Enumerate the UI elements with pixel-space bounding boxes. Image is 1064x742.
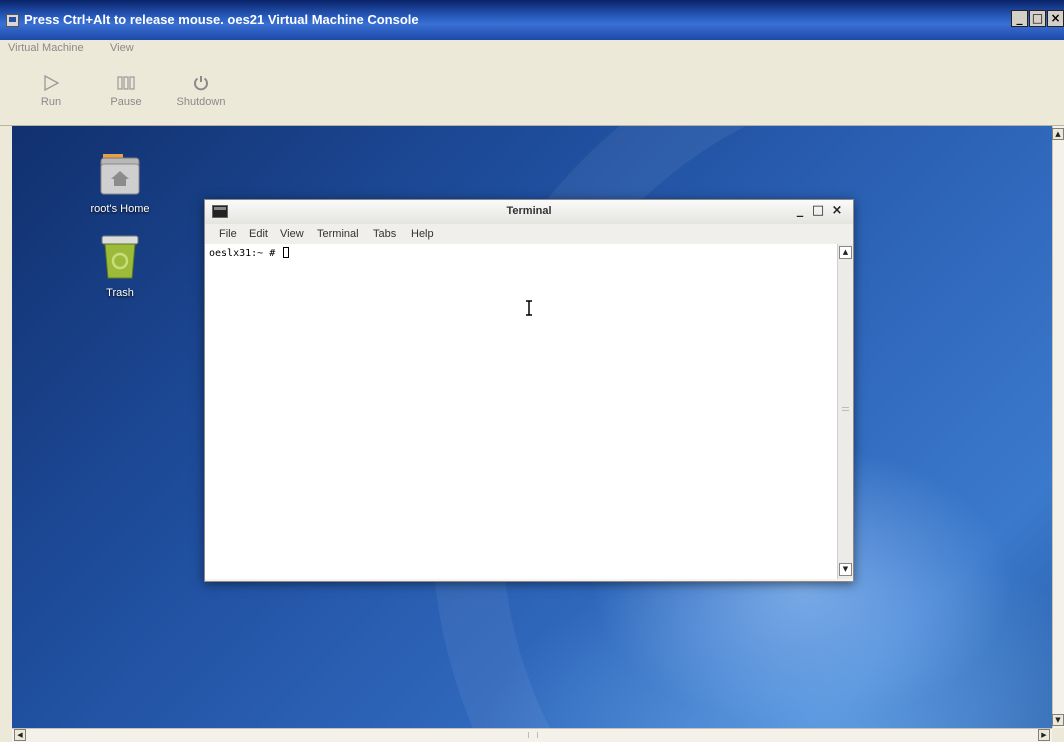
terminal-prompt: oeslx31:~ # <box>209 247 290 259</box>
menu-virtual-machine[interactable]: Virtual Machine <box>8 42 84 54</box>
scroll-down-icon[interactable]: ▼ <box>1052 714 1064 726</box>
console-border <box>0 126 12 742</box>
run-label: Run <box>40 96 62 108</box>
menu-view[interactable]: View <box>110 42 134 54</box>
console-horizontal-scrollbar[interactable]: ◀ ▶ <box>12 728 1052 742</box>
close-button[interactable]: × <box>1047 10 1064 27</box>
guest-desktop[interactable]: root's Home Trash Terminal _ □ × File Ed… <box>12 126 1052 728</box>
minimize-button[interactable]: _ <box>1011 10 1028 27</box>
terminal-window[interactable]: Terminal _ □ × File Edit View Terminal T… <box>204 199 854 582</box>
terminal-menu-edit[interactable]: Edit <box>249 228 268 240</box>
terminal-menu-tabs[interactable]: Tabs <box>373 228 396 240</box>
terminal-cursor <box>283 247 290 258</box>
scroll-grip <box>842 410 849 411</box>
pause-button[interactable]: Pause <box>91 70 161 122</box>
terminal-menu-bar: File Edit View Terminal Tabs Help <box>205 224 853 244</box>
shutdown-button[interactable]: Shutdown <box>166 70 236 122</box>
console-vertical-scrollbar[interactable]: ▲ ▼ <box>1052 126 1064 728</box>
scroll-up-icon[interactable]: ▲ <box>1052 128 1064 140</box>
terminal-maximize-button[interactable]: □ <box>811 203 825 219</box>
home-folder-icon <box>70 152 170 199</box>
pause-label: Pause <box>110 96 142 108</box>
scroll-right-icon[interactable]: ▶ <box>1038 729 1050 741</box>
text-cursor-icon <box>526 300 532 316</box>
terminal-minimize-button[interactable]: _ <box>793 203 807 219</box>
pause-icon <box>91 70 161 96</box>
terminal-title: Terminal <box>506 205 552 217</box>
scroll-down-icon[interactable]: ▼ <box>839 563 852 576</box>
scroll-up-icon[interactable]: ▲ <box>839 246 852 259</box>
host-window-title: Press Ctrl+Alt to release mouse. oes21 V… <box>24 12 419 27</box>
maximize-button[interactable]: □ <box>1029 10 1046 27</box>
scroll-grip <box>842 407 849 408</box>
terminal-prompt-text: oeslx31:~ # <box>209 248 282 259</box>
vm-console-icon <box>6 14 19 27</box>
terminal-close-button[interactable]: × <box>830 203 844 219</box>
terminal-menu-view[interactable]: View <box>280 228 304 240</box>
terminal-title-bar[interactable]: Terminal _ □ × <box>205 200 853 224</box>
shutdown-label: Shutdown <box>176 96 226 108</box>
host-title-bar: Press Ctrl+Alt to release mouse. oes21 V… <box>0 0 1064 40</box>
scroll-left-icon[interactable]: ◀ <box>14 729 26 741</box>
terminal-menu-file[interactable]: File <box>219 228 237 240</box>
play-icon <box>16 70 86 96</box>
trash-icon-label: Trash <box>106 287 134 299</box>
terminal-menu-help[interactable]: Help <box>411 228 434 240</box>
desktop-icon-trash[interactable]: Trash <box>70 234 170 299</box>
scroll-grip <box>528 732 538 738</box>
desktop-icon-home[interactable]: root's Home <box>70 152 170 215</box>
host-menu-bar: Virtual Machine View <box>0 40 1064 60</box>
home-icon-label: root's Home <box>90 203 150 215</box>
vm-toolbar: Run Pause Shutdown <box>0 60 1064 126</box>
run-button[interactable]: Run <box>16 70 86 122</box>
terminal-menu-terminal[interactable]: Terminal <box>317 228 359 240</box>
trash-icon <box>70 234 170 283</box>
power-icon <box>166 70 236 96</box>
terminal-output-area[interactable]: oeslx31:~ # <box>205 244 837 579</box>
terminal-scrollbar[interactable]: ▲ ▼ <box>837 244 853 579</box>
